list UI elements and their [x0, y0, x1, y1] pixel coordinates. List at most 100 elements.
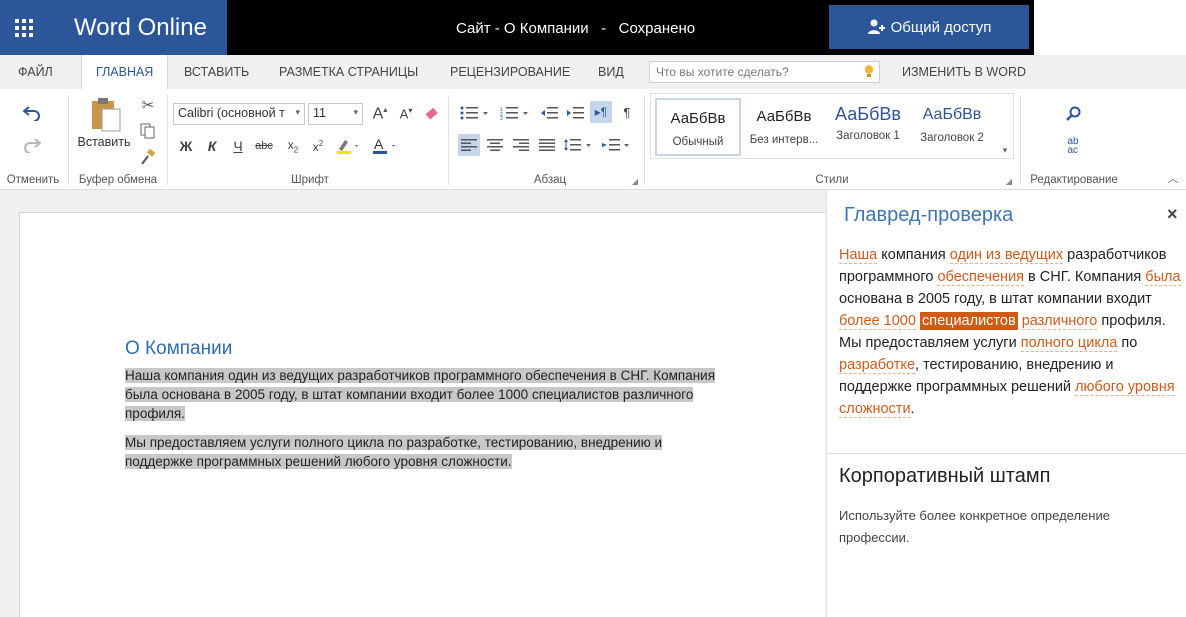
document-page[interactable]: О Компании Наша компания один из ведущих… — [19, 212, 825, 617]
underline-icon: Ч — [233, 138, 243, 154]
highlight-color-button[interactable] — [334, 135, 362, 157]
document-canvas: О Компании Наша компания один из ведущих… — [0, 190, 826, 617]
line-spacing-icon — [564, 139, 591, 151]
tab-file[interactable]: ФАЙЛ — [4, 55, 67, 89]
find-button[interactable] — [1062, 103, 1084, 125]
share-button[interactable]: Общий доступ — [829, 5, 1029, 49]
redo-button[interactable] — [20, 133, 44, 157]
bullets-button[interactable] — [458, 103, 492, 123]
style-name: Заголовок 1 — [836, 130, 900, 142]
decrease-indent-button[interactable] — [538, 103, 560, 123]
align-left-button[interactable] — [458, 134, 480, 156]
align-center-button[interactable] — [484, 134, 506, 156]
flagged-word[interactable]: разработке — [839, 357, 916, 374]
paintbrush-icon — [141, 149, 156, 165]
redo-icon — [24, 138, 41, 153]
undo-button[interactable] — [20, 101, 44, 125]
line-spacing-button[interactable] — [562, 134, 594, 156]
clear-formatting-button[interactable] — [422, 103, 442, 125]
ltr-button[interactable]: ▸¶ — [590, 101, 612, 123]
justify-button[interactable] — [536, 134, 558, 156]
grow-font-button[interactable]: A▴ — [370, 103, 390, 125]
font-color-button[interactable]: A — [370, 135, 400, 157]
highlighter-icon — [337, 140, 358, 154]
plain-text: . — [910, 401, 915, 417]
subscript-button[interactable]: x2 — [284, 135, 302, 157]
checked-paragraph-2: Мы предоставляем услуги полного цикла по… — [839, 332, 1181, 420]
tab-insert[interactable]: ВСТАВИТЬ — [170, 55, 263, 89]
bullet-list-icon — [460, 106, 488, 120]
document-heading[interactable]: О Компании — [125, 338, 232, 360]
styles-dialog-launcher[interactable]: ◢ — [1004, 176, 1014, 186]
font-size-select[interactable]: 11 ▾ — [308, 103, 363, 125]
app-brand[interactable]: Word Online — [48, 0, 227, 55]
paragraph-spacing-button[interactable] — [600, 134, 632, 156]
close-icon: × — [1167, 204, 1178, 224]
superscript-button[interactable]: x2 — [309, 135, 327, 157]
style-normal[interactable]: АаБбВв Обычный — [655, 98, 741, 156]
tab-page-layout[interactable]: РАЗМЕТКА СТРАНИЦЫ — [265, 55, 432, 89]
numbering-button[interactable]: 123 — [498, 103, 532, 123]
increase-indent-button[interactable] — [564, 103, 586, 123]
show-marks-button[interactable]: ¶ — [616, 101, 638, 123]
format-painter-button[interactable] — [138, 147, 158, 167]
copy-button[interactable] — [138, 121, 158, 141]
selected-flagged-word[interactable]: специалистов — [919, 312, 1018, 330]
group-label-undo: Отменить — [6, 174, 60, 186]
italic-button[interactable]: К — [203, 135, 221, 157]
plain-text: в СНГ. Компания — [1024, 269, 1146, 285]
strikethrough-button[interactable]: abc — [253, 135, 275, 157]
paragraph-1[interactable]: Наша компания один из ведущих разработчи… — [125, 366, 716, 423]
font-name-value: Calibri (основной т — [178, 106, 285, 120]
font-color-icon: A — [373, 137, 395, 154]
paragraph-2[interactable]: Мы предоставляем услуги полного цикла по… — [125, 433, 663, 471]
outdent-icon — [541, 107, 558, 119]
replace-button[interactable]: ab ac — [1060, 135, 1086, 157]
tab-home[interactable]: ГЛАВНАЯ — [81, 55, 169, 89]
copy-icon — [140, 123, 155, 139]
collapse-ribbon-button[interactable]: ︿ — [1166, 171, 1180, 185]
underline-button[interactable]: Ч — [229, 135, 247, 157]
tab-review[interactable]: РЕЦЕНЗИРОВАНИЕ — [436, 55, 584, 89]
flagged-word[interactable]: Наша — [839, 247, 878, 264]
style-name: Заголовок 2 — [920, 132, 984, 144]
paragraph-line: была основана в 2005 году, в штат компан… — [125, 387, 694, 402]
style-heading-1[interactable]: АаБбВв Заголовок 1 — [825, 98, 911, 156]
plain-text: Мы предоставляем услуги — [839, 335, 1021, 351]
flagged-word[interactable]: один из ведущих — [949, 247, 1064, 264]
style-heading-2[interactable]: АаБбВв Заголовок 2 — [909, 98, 995, 156]
font-name-select[interactable]: Calibri (основной т ▾ — [173, 103, 305, 125]
edit-in-word-button[interactable]: ИЗМЕНИТЬ В WORD — [888, 55, 1040, 89]
flagged-word[interactable]: полного цикла — [1020, 335, 1118, 352]
styles-more-button[interactable]: ▾ — [998, 143, 1012, 157]
bold-button[interactable]: Ж — [177, 135, 195, 157]
tab-view[interactable]: ВИД — [584, 55, 638, 89]
flagged-word[interactable]: была — [1145, 269, 1181, 286]
flagged-word[interactable]: обеспечения — [937, 269, 1025, 286]
plain-text: основана в 2005 году, в штат компании вх… — [839, 291, 1152, 307]
pilcrow-icon: ¶ — [623, 104, 631, 120]
paste-button[interactable] — [80, 95, 130, 135]
paste-label[interactable]: Вставить — [72, 133, 136, 151]
paragraph-line: профиля. — [125, 406, 185, 421]
paragraph-line: Наша компания один из ведущих разработчи… — [125, 368, 716, 383]
app-launcher-button[interactable] — [0, 0, 48, 55]
add-user-icon — [867, 19, 885, 34]
document-title[interactable]: Сайт - О Компании - Сохранено — [456, 20, 695, 37]
waffle-icon — [15, 18, 33, 37]
tell-me-input[interactable]: Что вы хотите сделать? — [649, 61, 880, 83]
style-preview: АаБбВв — [835, 104, 901, 124]
align-right-button[interactable] — [510, 134, 532, 156]
cut-button[interactable]: ✂ — [138, 95, 158, 115]
flagged-word[interactable]: различного — [1021, 313, 1098, 330]
checked-text: Наша компания один из ведущих разработчи… — [839, 244, 1181, 420]
paragraph-dialog-launcher[interactable]: ◢ — [630, 176, 640, 186]
style-no-spacing[interactable]: АаБбВв Без интерв... — [741, 98, 827, 156]
flagged-word[interactable]: более 1000 — [839, 313, 916, 330]
shrink-font-button[interactable]: A▾ — [396, 103, 416, 125]
title-bar: Word Online Сайт - О Компании - Сохранен… — [0, 0, 1186, 55]
group-label-paragraph: Абзац — [533, 174, 567, 186]
close-pane-button[interactable]: × — [1167, 204, 1178, 225]
font-size-value: 11 — [313, 106, 326, 120]
bold-icon: Ж — [179, 138, 193, 154]
